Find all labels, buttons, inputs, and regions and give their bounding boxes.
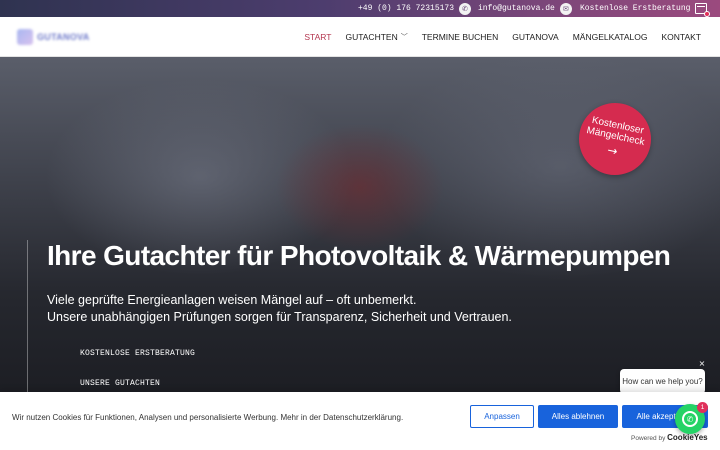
our-reports-link[interactable]: UNSERE GUTACHTEN — [80, 379, 160, 388]
nav-menu: START GUTACHTEN ﹀ TERMINE BUCHEN GUTANOVA… — [304, 17, 701, 57]
phone-icon: ✆ — [459, 2, 472, 15]
logo-mark — [17, 29, 33, 45]
close-icon[interactable]: × — [697, 359, 707, 369]
customize-button[interactable]: Anpassen — [470, 405, 534, 428]
hero-title: Ihre Gutachter für Photovoltaik & Wärmep… — [47, 240, 671, 271]
nav-item-gutanova[interactable]: GUTANOVA — [512, 32, 558, 42]
reject-all-button[interactable]: Alles ablehnen — [538, 405, 618, 428]
logo-text: GUTANOVA — [37, 32, 90, 42]
nav-item-kontakt[interactable]: KONTAKT — [661, 32, 701, 42]
hero-subtitle-line-2: Unsere unabhängigen Prüfungen sorgen für… — [47, 310, 512, 324]
nav-item-termine-buchen[interactable]: TERMINE BUCHEN — [422, 32, 499, 42]
free-consultation-link[interactable]: KOSTENLOSE ERSTBERATUNG — [80, 349, 195, 358]
top-contact-bar: +49 (0) 176 72315173 ✆ info@gutanova.de … — [0, 0, 720, 17]
nav-item-maengelkatalog[interactable]: MÄNGELKATALOG — [573, 32, 648, 42]
hero-divider — [27, 240, 28, 400]
hero-subtitle-line-1: Viele geprüfte Energieanlagen weisen Män… — [47, 293, 417, 307]
hero-subtitle: Viele geprüfte Energieanlagen weisen Män… — [47, 292, 512, 326]
chevron-down-icon: ﹀ — [400, 33, 408, 41]
phone-number: +49 (0) 176 72315173 — [358, 4, 455, 13]
powered-by-label: Powered by — [631, 435, 666, 442]
phone-link[interactable]: +49 (0) 176 72315173 ✆ — [358, 0, 472, 17]
notification-count-badge: 1 — [697, 402, 708, 413]
site-logo[interactable]: GUTANOVA — [17, 27, 101, 47]
chat-bubble[interactable]: How can we help you? — [620, 369, 705, 394]
main-navigation: GUTANOVA START GUTACHTEN ﹀ TERMINE BUCHEN… — [0, 17, 720, 57]
email-link[interactable]: info@gutanova.de ✉ — [478, 0, 572, 17]
badge-label: Kostenloser Mängelcheck — [585, 114, 646, 149]
cookie-banner: Wir nutzen Cookies für Funktionen, Analy… — [0, 392, 720, 450]
email-address: info@gutanova.de — [478, 4, 555, 13]
nav-item-label: GUTACHTEN — [345, 32, 398, 42]
whatsapp-icon: ✆ — [682, 411, 698, 427]
nav-item-start[interactable]: START — [304, 32, 331, 42]
mail-icon: ✉ — [559, 2, 572, 15]
nav-item-gutachten[interactable]: GUTACHTEN ﹀ — [345, 32, 407, 42]
consultation-link[interactable]: Kostenlose Erstberatung — [580, 0, 711, 17]
consultation-label: Kostenlose Erstberatung — [580, 4, 691, 13]
powered-by: Powered by CookieYes — [631, 433, 708, 442]
arrow-right-icon: → — [606, 142, 619, 159]
free-check-badge[interactable]: Kostenloser Mängelcheck → — [572, 96, 658, 182]
calendar-icon — [695, 3, 711, 17]
cookie-notice-text: Wir nutzen Cookies für Funktionen, Analy… — [12, 413, 404, 422]
cookieyes-logo: CookieYes — [667, 433, 708, 442]
